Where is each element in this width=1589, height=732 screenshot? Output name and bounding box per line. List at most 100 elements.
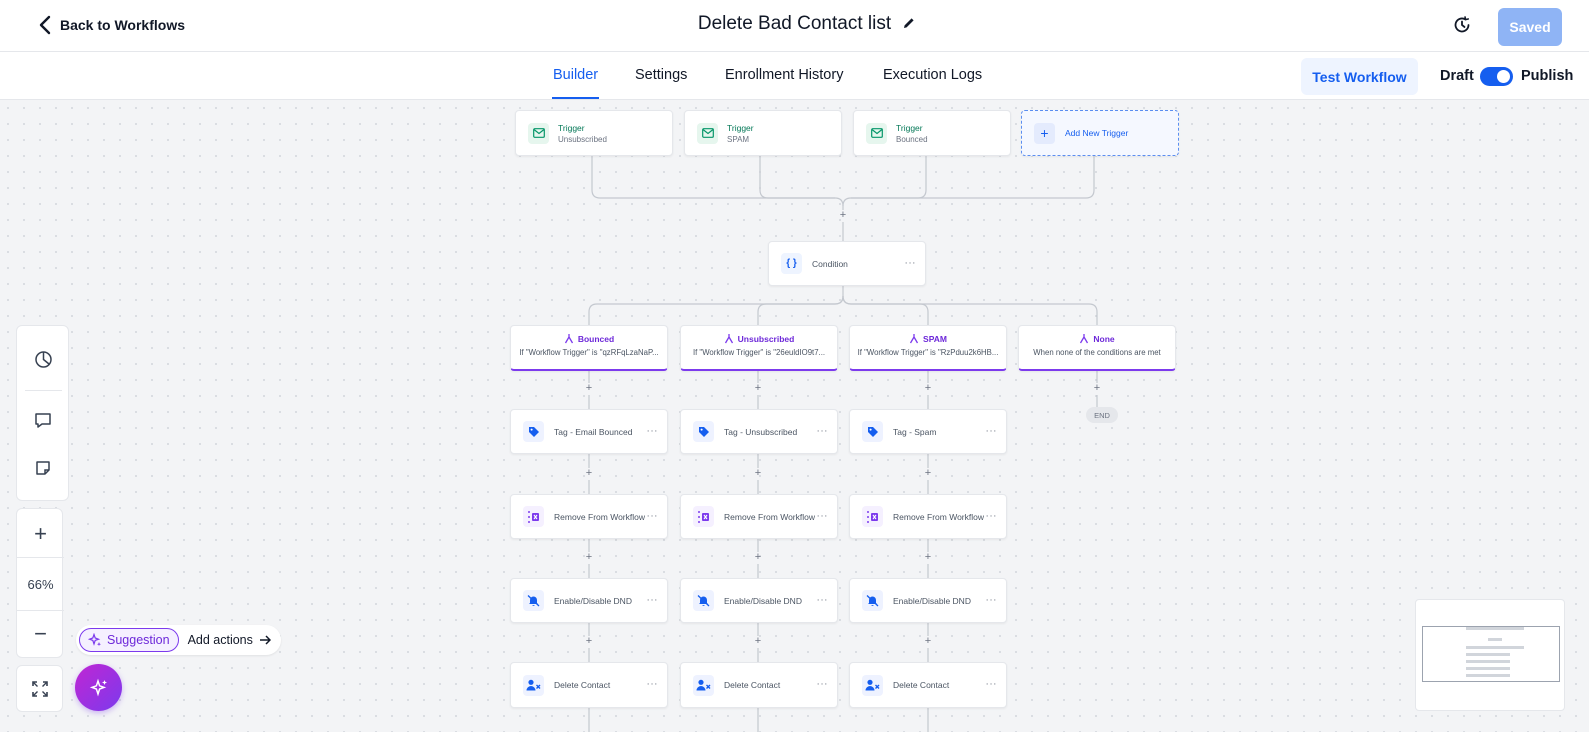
add-step-plus[interactable]: + [583,636,595,647]
history-icon[interactable] [1452,15,1472,35]
add-step-plus[interactable]: + [1091,383,1103,394]
trigger-node-unsubscribed[interactable]: Trigger Unsubscribed [515,110,673,156]
add-step-plus[interactable]: + [583,383,595,394]
user-delete-icon [693,674,714,696]
minimap[interactable] [1415,599,1565,711]
branch-none[interactable]: None When none of the conditions are met [1018,325,1176,371]
arrow-right-icon [259,635,271,645]
add-actions-label: Add actions [187,633,253,647]
add-step-plus[interactable]: + [752,636,764,647]
tab-execution-logs[interactable]: Execution Logs [883,67,982,83]
action-node-enable-disable-dnd[interactable]: Enable/Disable DND ··· [680,578,838,623]
action-node-delete-contact[interactable]: Delete Contact ··· [680,662,838,708]
add-step-plus[interactable]: + [922,552,934,563]
tab-builder[interactable]: Builder [553,67,598,83]
minimap-node [1466,646,1524,649]
add-step-plus[interactable]: + [583,468,595,479]
add-step-plus[interactable]: + [752,383,764,394]
branch-icon [1080,334,1089,344]
action-label: Tag - Unsubscribed [724,426,798,437]
action-node-delete-contact[interactable]: Delete Contact ··· [510,662,668,708]
add-new-trigger-node[interactable]: + Add New Trigger [1021,110,1179,156]
add-step-plus[interactable]: + [922,383,934,394]
more-icon[interactable]: ··· [647,510,659,521]
test-workflow-button[interactable]: Test Workflow [1301,58,1418,95]
canvas-tools-panel [16,325,69,501]
zoom-controls: + 66% − [16,508,64,658]
action-node-tag-spam[interactable]: Tag - Spam ··· [849,409,1007,454]
ai-assistant-button[interactable] [75,664,122,711]
zoom-out-button[interactable]: − [17,611,64,656]
action-node-tag-email-bounced[interactable]: Tag - Email Bounced ··· [510,409,668,454]
tag-icon [523,421,544,442]
zoom-in-button[interactable]: + [17,511,64,556]
trigger-node-bounced[interactable]: Trigger Bounced [853,110,1011,156]
panel-divider [25,390,62,391]
back-to-workflows-button[interactable]: Back to Workflows [38,15,185,35]
minimap-node [1466,627,1524,630]
more-icon[interactable]: ··· [986,510,998,521]
action-node-tag-unsubscribed[interactable]: Tag - Unsubscribed ··· [680,409,838,454]
action-label: Enable/Disable DND [724,595,802,606]
more-icon[interactable]: ··· [986,594,998,605]
condition-label: Condition [812,258,848,269]
branch-description: If "Workflow Trigger" is "qzRFqLzaNaP... [519,348,659,357]
comment-icon[interactable] [31,408,55,432]
tab-bar: Builder Settings Enrollment History Exec… [0,52,1589,100]
branch-name: None [1093,333,1115,344]
more-icon[interactable]: ··· [817,510,829,521]
pencil-icon[interactable] [902,16,916,30]
branch-icon [564,334,573,344]
branch-name: Unsubscribed [737,333,795,344]
action-node-remove-from-workflow[interactable]: Remove From Workflow ··· [849,494,1007,539]
add-step-plus[interactable]: + [752,552,764,563]
more-icon[interactable]: ··· [986,678,998,689]
minimap-node [1466,653,1510,656]
action-node-enable-disable-dnd[interactable]: Enable/Disable DND ··· [510,578,668,623]
sticky-note-icon[interactable] [31,456,55,480]
more-icon[interactable]: ··· [905,257,917,268]
add-actions-link[interactable]: Add actions [188,633,271,647]
trigger-subtitle: Bounced [896,134,928,144]
action-node-remove-from-workflow[interactable]: Remove From Workflow ··· [510,494,668,539]
trigger-node-spam[interactable]: Trigger SPAM [684,110,842,156]
stats-pie-icon[interactable] [31,347,55,371]
tab-settings[interactable]: Settings [635,67,687,83]
more-icon[interactable]: ··· [647,594,659,605]
add-step-plus[interactable]: + [922,468,934,479]
branch-description: When none of the conditions are met [1033,348,1161,357]
suggestion-chip[interactable]: Suggestion [79,628,179,652]
action-node-remove-from-workflow[interactable]: Remove From Workflow ··· [680,494,838,539]
branch-unsubscribed[interactable]: Unsubscribed If "Workflow Trigger" is "2… [680,325,838,371]
add-step-plus[interactable]: + [583,552,595,563]
action-label: Tag - Spam [893,426,937,437]
action-node-enable-disable-dnd[interactable]: Enable/Disable DND ··· [849,578,1007,623]
tab-enrollment-history[interactable]: Enrollment History [725,67,843,83]
more-icon[interactable]: ··· [817,425,829,436]
mail-icon [528,122,549,144]
remove-workflow-icon [862,506,883,527]
user-delete-icon [523,674,544,696]
condition-node[interactable]: { } Condition ··· [768,241,926,286]
chevron-left-icon [39,15,51,35]
minimap-node [1466,660,1510,663]
branch-bounced[interactable]: Bounced If "Workflow Trigger" is "qzRFqL… [510,325,668,371]
add-step-plus[interactable]: + [837,210,849,221]
more-icon[interactable]: ··· [817,594,829,605]
more-icon[interactable]: ··· [647,678,659,689]
action-node-delete-contact[interactable]: Delete Contact ··· [849,662,1007,708]
add-step-plus[interactable]: + [922,636,934,647]
bell-off-icon [693,590,714,611]
branch-spam[interactable]: SPAM If "Workflow Trigger" is "RzPduu2k6… [849,325,1007,371]
more-icon[interactable]: ··· [647,425,659,436]
action-label: Delete Contact [724,680,781,690]
saved-button[interactable]: Saved [1498,8,1562,46]
publish-toggle[interactable] [1480,67,1513,86]
action-label: Remove From Workflow [724,511,815,522]
more-icon[interactable]: ··· [986,425,998,436]
active-tab-indicator [552,97,599,99]
fit-view-button[interactable] [16,665,63,712]
more-icon[interactable]: ··· [817,678,829,689]
add-step-plus[interactable]: + [752,468,764,479]
workflow-canvas[interactable]: Trigger Unsubscribed Trigger SPAM Trigge… [0,100,1589,732]
